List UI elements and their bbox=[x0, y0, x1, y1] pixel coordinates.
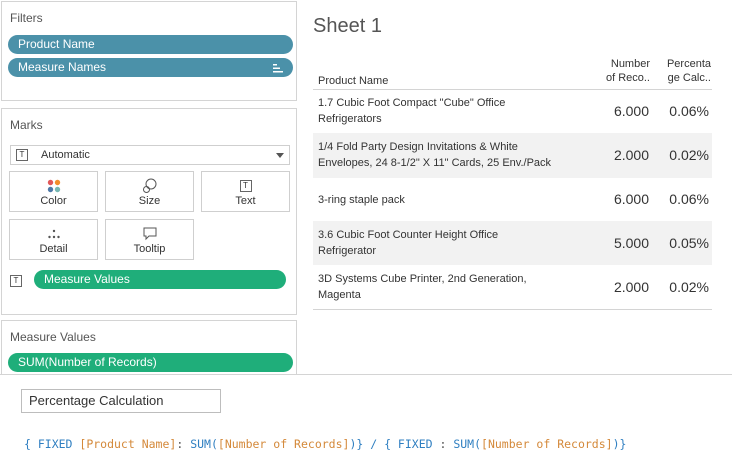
color-label: Color bbox=[40, 195, 67, 207]
row-percentage: 0.05% bbox=[669, 235, 709, 251]
filters-title: Filters bbox=[10, 11, 43, 25]
color-button[interactable]: Color bbox=[9, 171, 98, 212]
marks-title: Marks bbox=[10, 118, 43, 132]
mark-type-value: Automatic bbox=[41, 149, 90, 161]
formula-field: [Product Name] bbox=[79, 437, 177, 451]
table-bottom-divider bbox=[313, 309, 712, 310]
text-icon: T bbox=[202, 178, 289, 194]
formula-token: { FIXED bbox=[24, 437, 80, 451]
detail-icon bbox=[10, 226, 97, 242]
tooltip-label: Tooltip bbox=[133, 243, 166, 255]
table-row[interactable]: 1/4 Fold Party Design Invitations & Whit… bbox=[313, 133, 712, 178]
measure-values-title: Measure Values bbox=[10, 330, 96, 344]
row-product-name-line1: 3-ring staple pack bbox=[318, 194, 405, 206]
table-row[interactable]: 3.6 Cubic Foot Counter Height Office Ref… bbox=[313, 221, 712, 265]
text-button[interactable]: T Text bbox=[201, 171, 290, 212]
calculation-formula[interactable]: { FIXED [Product Name]: SUM([Number of R… bbox=[24, 437, 626, 451]
formula-token: )} bbox=[612, 437, 627, 451]
size-button[interactable]: Size bbox=[105, 171, 194, 212]
column-header-percent-line1: Percenta bbox=[666, 58, 711, 70]
row-product-name-line1: 3D Systems Cube Printer, 2nd Generation, bbox=[318, 273, 527, 285]
row-percentage: 0.06% bbox=[669, 103, 709, 119]
formula-token: )} / { bbox=[349, 437, 398, 451]
formula-function: SUM( bbox=[190, 437, 218, 451]
chevron-down-icon bbox=[276, 153, 284, 158]
row-number-of-records: 2.000 bbox=[613, 279, 649, 295]
measure-values-panel: Measure Values SUM(Number of Records) bbox=[1, 320, 297, 380]
tooltip-icon bbox=[106, 226, 193, 242]
row-product-name: 3.6 Cubic Foot Counter Height Office Ref… bbox=[318, 227, 498, 259]
tooltip-button[interactable]: Tooltip bbox=[105, 219, 194, 260]
column-header-number-line1: Number bbox=[610, 58, 650, 70]
color-icon bbox=[10, 178, 97, 194]
row-product-name: 1.7 Cubic Foot Compact "Cube" Office Ref… bbox=[318, 95, 505, 127]
formula-field: [Number of Records] bbox=[217, 437, 350, 451]
formula-token: : bbox=[432, 437, 454, 451]
sort-icon bbox=[273, 64, 283, 73]
row-product-name: 1/4 Fold Party Design Invitations & Whit… bbox=[318, 139, 551, 171]
formula-token: : bbox=[176, 437, 191, 451]
formula-keyword: FIXED bbox=[397, 437, 433, 451]
column-header-percentage-calc[interactable]: Percenta ge Calc.. bbox=[655, 57, 711, 85]
formula-field: [Number of Records] bbox=[481, 437, 613, 451]
row-number-of-records: 2.000 bbox=[613, 147, 649, 163]
row-product-name-line1: 1.7 Cubic Foot Compact "Cube" Office bbox=[318, 97, 506, 109]
column-header-product-name[interactable]: Product Name bbox=[318, 74, 388, 88]
row-product-name-line2: Refrigerator bbox=[318, 245, 377, 257]
row-percentage: 0.02% bbox=[669, 279, 709, 295]
calculation-name-input[interactable]: Percentage Calculation bbox=[21, 389, 221, 413]
row-percentage: 0.02% bbox=[669, 147, 709, 163]
filter-pill-measure-names-label: Measure Names bbox=[18, 60, 107, 74]
formula-function: SUM( bbox=[453, 437, 482, 451]
table-row[interactable]: 3D Systems Cube Printer, 2nd Generation,… bbox=[313, 265, 712, 309]
row-product-name: 3D Systems Cube Printer, 2nd Generation,… bbox=[318, 271, 527, 303]
size-icon bbox=[106, 178, 193, 194]
sheet-title: Sheet 1 bbox=[313, 15, 382, 37]
detail-label: Detail bbox=[39, 243, 68, 255]
row-product-name-line1: 3.6 Cubic Foot Counter Height Office bbox=[318, 229, 499, 241]
mark-type-select[interactable]: T Automatic bbox=[10, 145, 290, 165]
row-product-name-line2: Magenta bbox=[318, 289, 361, 301]
row-number-of-records: 6.000 bbox=[613, 191, 649, 207]
size-label: Size bbox=[138, 195, 161, 207]
table-row[interactable]: 3-ring staple pack 6.000 0.06% bbox=[313, 178, 712, 221]
row-product-name-line2: Envelopes, 24 8-1/2" X 11" Cards, 25 Env… bbox=[318, 157, 552, 169]
text-mark-indicator-icon: T bbox=[10, 275, 22, 287]
detail-button[interactable]: Detail bbox=[9, 219, 98, 260]
table-row[interactable]: 1.7 Cubic Foot Compact "Cube" Office Ref… bbox=[313, 90, 712, 133]
text-mark-icon: T bbox=[16, 149, 28, 161]
column-header-number-of-records[interactable]: Number of Reco.. bbox=[596, 57, 650, 85]
row-product-name-line1: 1/4 Fold Party Design Invitations & Whit… bbox=[318, 141, 518, 153]
filter-pill-measure-names[interactable]: Measure Names bbox=[8, 58, 293, 77]
filters-panel: Filters Product Name Measure Names bbox=[1, 1, 297, 101]
filter-pill-product-name[interactable]: Product Name bbox=[8, 35, 293, 54]
marks-panel: Marks T Automatic Color Size T Text Deta… bbox=[1, 108, 297, 315]
row-product-name-line2: Refrigerators bbox=[318, 113, 382, 125]
marks-measure-values-pill[interactable]: Measure Values bbox=[34, 270, 286, 289]
text-label: Text bbox=[235, 195, 256, 207]
measure-pill-sum-records[interactable]: SUM(Number of Records) bbox=[8, 353, 293, 372]
row-percentage: 0.06% bbox=[669, 191, 709, 207]
column-header-percent-line2: ge Calc.. bbox=[667, 72, 711, 84]
row-number-of-records: 5.000 bbox=[613, 235, 649, 251]
column-header-number-line2: of Reco.. bbox=[605, 72, 650, 84]
row-product-name: 3-ring staple pack bbox=[318, 192, 405, 208]
row-number-of-records: 6.000 bbox=[613, 103, 649, 119]
calculation-editor: Percentage Calculation { FIXED [Product … bbox=[0, 374, 732, 465]
